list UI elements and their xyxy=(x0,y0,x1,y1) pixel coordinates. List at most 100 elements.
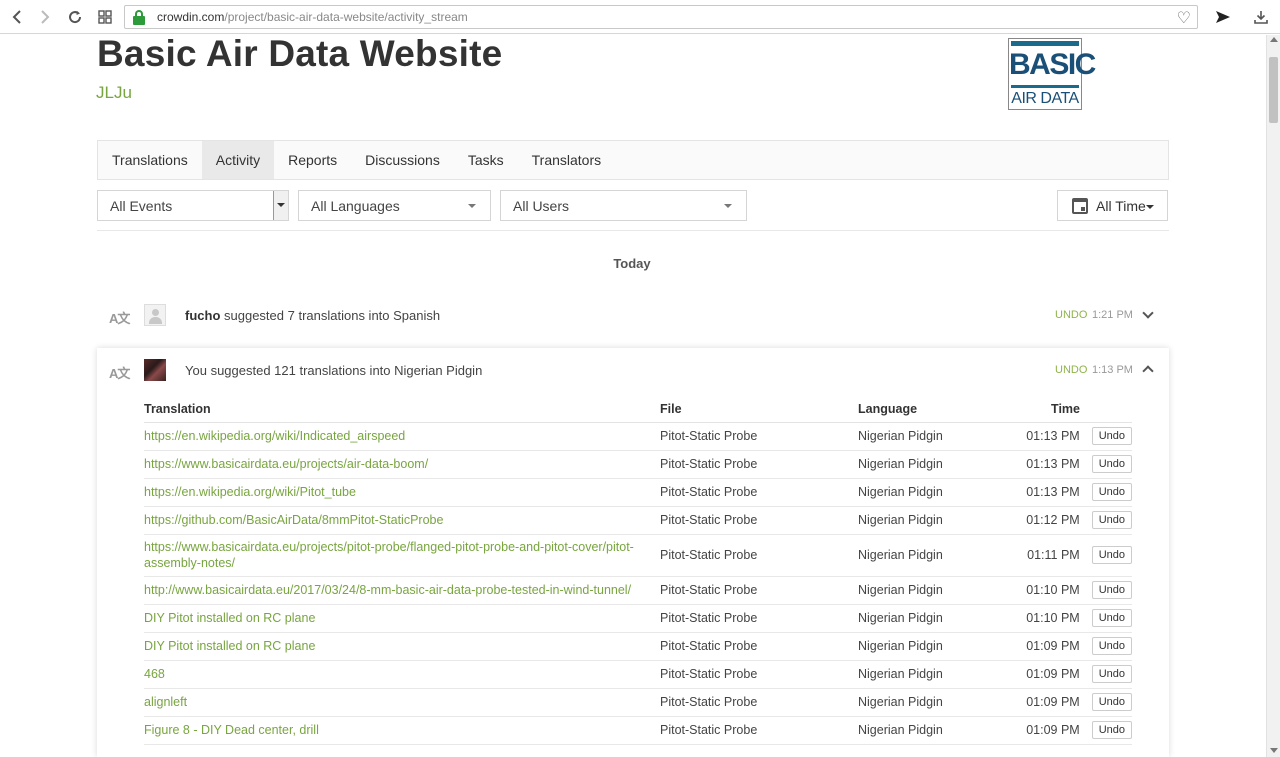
undo-button[interactable]: Undo xyxy=(1091,483,1132,501)
tab-translations[interactable]: Translations xyxy=(98,141,202,179)
undo-button[interactable]: Undo xyxy=(1091,637,1132,655)
tab-tasks[interactable]: Tasks xyxy=(454,141,518,179)
time-cell: 01:09 PM xyxy=(988,688,1092,717)
file-cell: Pitot-Static Probe xyxy=(660,632,858,661)
time-filter-button[interactable]: All Time xyxy=(1057,190,1168,221)
translation-link[interactable]: https://en.wikipedia.org/wiki/Indicated_… xyxy=(144,422,660,451)
undo-button[interactable]: Undo xyxy=(1091,427,1132,445)
tab-discussions[interactable]: Discussions xyxy=(351,141,454,179)
lock-icon xyxy=(132,10,146,25)
translation-link[interactable]: https://www.basicairdata.eu/projects/pit… xyxy=(144,534,660,577)
undo-button[interactable]: Undo xyxy=(1091,721,1132,739)
time-cell: 01:13 PM xyxy=(988,450,1092,479)
time-cell: 01:10 PM xyxy=(988,576,1092,605)
undo-button[interactable]: Undo xyxy=(1091,546,1132,564)
undo-button[interactable]: Undo xyxy=(1091,665,1132,683)
undo-cell: Undo xyxy=(1091,576,1132,605)
undo-cell: Undo xyxy=(1091,422,1132,451)
time-cell: 01:09 PM xyxy=(988,660,1092,689)
back-icon[interactable] xyxy=(6,6,28,28)
translation-link[interactable]: 468 xyxy=(144,660,660,689)
project-logo: BASIC AIR DATA xyxy=(1008,38,1096,110)
language-cell: Nigerian Pidgin xyxy=(858,660,988,689)
forward-icon[interactable] xyxy=(34,6,56,28)
column-header-language: Language xyxy=(858,396,988,423)
translation-link[interactable]: alignleft xyxy=(144,688,660,717)
file-cell: Pitot-Static Probe xyxy=(660,688,858,717)
undo-button[interactable]: Undo xyxy=(1091,581,1132,599)
table-row: 468 Pitot-Static Probe Nigerian Pidgin 01:0… xyxy=(144,660,1132,689)
table-row: https://en.wikipedia.org/wiki/Indicated_… xyxy=(144,422,1132,451)
chevron-down-icon[interactable] xyxy=(273,191,288,220)
language-cell: Nigerian Pidgin xyxy=(858,688,988,717)
activity-user: You xyxy=(185,363,207,378)
flow-icon[interactable] xyxy=(1212,6,1234,28)
chevron-down-icon xyxy=(468,204,476,208)
chevron-down-icon[interactable] xyxy=(1142,307,1154,319)
translation-link[interactable]: DIY Pitot installed on RC plane xyxy=(144,604,660,633)
tab-activity[interactable]: Activity xyxy=(201,141,275,179)
languages-filter-select[interactable]: All Languages xyxy=(298,190,491,221)
project-tabs: Translations Activity Reports Discussion… xyxy=(97,140,1169,180)
table-row: https://www.basicairdata.eu/projects/pit… xyxy=(144,534,1132,577)
project-owner-link[interactable]: JLJu xyxy=(96,83,132,103)
undo-cell: Undo xyxy=(1091,478,1132,507)
time-cell: 01:10 PM xyxy=(988,604,1092,633)
reload-icon[interactable] xyxy=(64,6,86,28)
divider xyxy=(97,230,1169,231)
scroll-down-arrow-icon[interactable] xyxy=(1270,748,1278,753)
translation-link[interactable]: http://www.basicairdata.eu/2017/03/24/8-… xyxy=(144,576,660,605)
undo-button[interactable]: Undo xyxy=(1091,609,1132,627)
table-row: Figure 8 - DIY Dead center, drill Pitot-S… xyxy=(144,716,1132,745)
file-cell: Pitot-Static Probe xyxy=(660,660,858,689)
file-cell: Pitot-Static Probe xyxy=(660,506,858,535)
download-icon[interactable] xyxy=(1250,6,1272,28)
language-cell: Nigerian Pidgin xyxy=(858,450,988,479)
undo-button[interactable]: Undo xyxy=(1091,455,1132,473)
users-filter-select[interactable]: All Users xyxy=(500,190,747,221)
bookmark-heart-icon[interactable]: ♡ xyxy=(1177,8,1191,28)
undo-cell: Undo xyxy=(1091,534,1132,577)
table-row: DIY Pitot installed on RC plane Pitot-Sta… xyxy=(144,632,1132,661)
file-cell: Pitot-Static Probe xyxy=(660,422,858,451)
page-scrollbar[interactable] xyxy=(1266,35,1280,757)
undo-cell: Undo xyxy=(1091,632,1132,661)
tab-translators[interactable]: Translators xyxy=(518,141,616,179)
translations-table: Translation File Language Time https://e… xyxy=(144,396,1132,745)
translation-link[interactable]: Figure 8 - DIY Dead center, drill xyxy=(144,716,660,745)
translation-link[interactable]: https://en.wikipedia.org/wiki/Pitot_tube xyxy=(144,478,660,507)
undo-cell: Undo xyxy=(1091,660,1132,689)
activity-description: fucho suggested 7 translations into Span… xyxy=(185,308,441,323)
language-cell: Nigerian Pidgin xyxy=(858,632,988,661)
table-row: https://www.basicairdata.eu/projects/air… xyxy=(144,450,1132,479)
undo-button[interactable]: Undo xyxy=(1091,693,1132,711)
file-cell: Pitot-Static Probe xyxy=(660,450,858,479)
scrollbar-thumb[interactable] xyxy=(1269,57,1278,123)
undo-cell: Undo xyxy=(1091,716,1132,745)
table-row: http://www.basicairdata.eu/2017/03/24/8-… xyxy=(144,576,1132,605)
address-bar[interactable]: crowdin.com/project/basic-air-data-websi… xyxy=(124,5,1198,29)
tab-reports[interactable]: Reports xyxy=(274,141,351,179)
undo-cell: Undo xyxy=(1091,506,1132,535)
language-cell: Nigerian Pidgin xyxy=(858,478,988,507)
undo-button[interactable]: Undo xyxy=(1091,511,1132,529)
calendar-icon xyxy=(1072,198,1088,214)
translation-link[interactable]: https://github.com/BasicAirData/8mmPitot… xyxy=(144,506,660,535)
day-header: Today xyxy=(613,256,651,271)
events-filter-select[interactable]: All Events xyxy=(97,190,289,221)
translation-link[interactable]: DIY Pitot installed on RC plane xyxy=(144,632,660,661)
avatar xyxy=(144,359,166,381)
time-cell: 01:09 PM xyxy=(988,632,1092,661)
file-cell: Pitot-Static Probe xyxy=(660,716,858,745)
speed-dial-icon[interactable] xyxy=(94,6,116,28)
scroll-up-arrow-icon[interactable] xyxy=(1270,37,1278,42)
translation-link[interactable]: https://www.basicairdata.eu/projects/air… xyxy=(144,450,660,479)
language-cell: Nigerian Pidgin xyxy=(858,576,988,605)
activity-time: 1:13 PM xyxy=(1092,364,1133,376)
translate-icon: A文 xyxy=(109,311,130,326)
undo-link[interactable]: UNDO xyxy=(1055,364,1087,376)
language-cell: Nigerian Pidgin xyxy=(858,604,988,633)
language-cell: Nigerian Pidgin xyxy=(858,506,988,535)
chevron-down-icon xyxy=(724,204,732,208)
undo-link[interactable]: UNDO xyxy=(1055,309,1087,321)
